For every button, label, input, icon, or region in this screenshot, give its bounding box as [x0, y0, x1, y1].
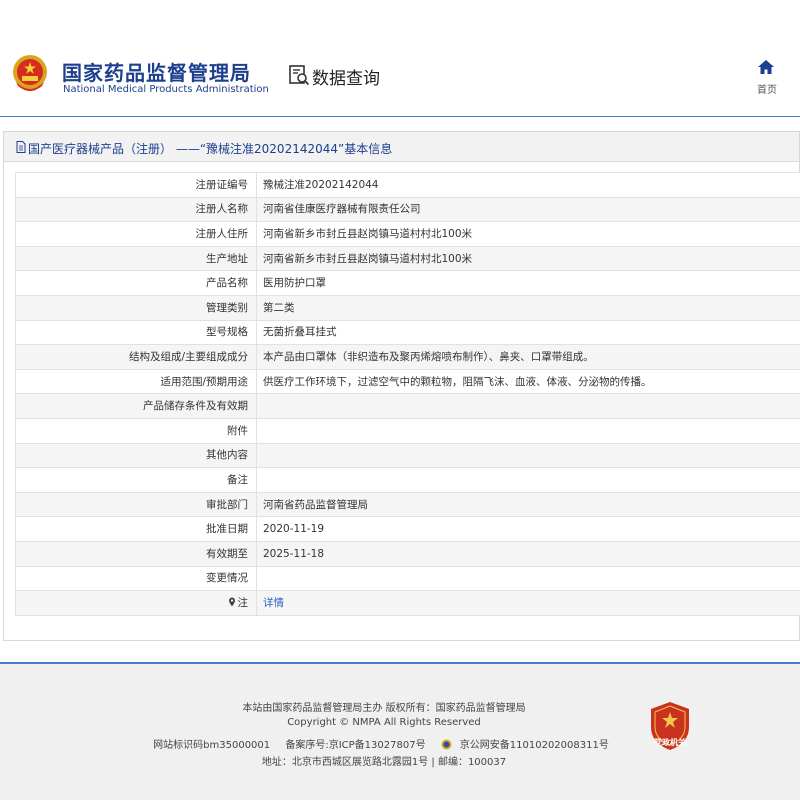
footer-police-record[interactable]: 京公网安备11010202008311号: [441, 739, 615, 751]
info-row-label: 附件: [15, 417, 257, 444]
info-row-value: [256, 442, 800, 469]
info-row-label: 批准日期: [15, 516, 257, 542]
location-pin-icon: [228, 597, 235, 607]
info-row-value: 河南省佳康医疗器械有限责任公司: [256, 196, 800, 223]
info-row-value: 第二类: [256, 294, 800, 321]
info-row-label: 产品名称: [15, 270, 257, 296]
info-row-value: [256, 467, 800, 493]
info-row: 有效期至 2025-11-18: [15, 540, 800, 567]
org-name-cn: 国家药品监督管理局: [62, 61, 251, 85]
info-row-label: 注: [15, 590, 257, 616]
header-divider: [0, 116, 800, 117]
product-info-panel: 国产医疗器械产品（注册） ——“豫械注准20202142044”基本信息 注册证…: [3, 131, 800, 641]
info-row: 型号规格 无菌折叠耳挂式: [15, 319, 800, 346]
info-row-value: 河南省新乡市封丘县赵岗镇马道村村北100米: [256, 221, 800, 247]
info-row-label: 结构及组成/主要组成成分: [15, 344, 257, 370]
data-query-icon: [289, 65, 310, 86]
national-emblem-icon: [13, 55, 47, 91]
panel-title-bar: 国产医疗器械产品（注册） ——“豫械注准20202142044”基本信息: [4, 132, 799, 162]
info-row-value: 2020-11-19: [256, 516, 800, 542]
info-row-label: 适用范围/预期用途: [15, 368, 257, 395]
info-row-value: 豫械注准20202142044: [256, 172, 800, 198]
gov-badge-label: 党政机关: [654, 738, 686, 747]
info-row-value: 河南省药品监督管理局: [256, 491, 800, 518]
police-badge-icon: [441, 739, 452, 750]
footer-site-id: 网站标识码bm35000001: [153, 740, 271, 751]
info-table: 注册证编号 豫械注准20202142044 注册人名称 河南省佳康医疗器械有限责任公司…: [15, 172, 800, 616]
site-footer: 本站由国家药品监督管理局主办 版权所有：国家药品监督管理局 Copyright …: [0, 664, 800, 800]
info-row: 其他内容: [15, 442, 800, 469]
info-row-label: 有效期至: [15, 540, 257, 567]
info-row: 备注: [15, 467, 800, 493]
info-row-label: 审批部门: [15, 491, 257, 518]
info-row-value: 无菌折叠耳挂式: [256, 319, 800, 346]
info-row-value: 供医疗工作环境下，过滤空气中的颗粒物，阻隔飞沫、血液、体液、分泌物的传播。: [256, 368, 800, 395]
info-row-label: 备注: [15, 467, 257, 493]
info-row-value: 本产品由口罩体（非织造布及聚丙烯熔喷布制作）、鼻夹、口罩带组成。: [256, 344, 800, 370]
info-row: 注 详情: [15, 590, 800, 616]
info-row: 产品储存条件及有效期: [15, 393, 800, 419]
info-row: 适用范围/预期用途 供医疗工作环境下，过滤空气中的颗粒物，阻隔飞沫、血液、体液、分…: [15, 368, 800, 395]
info-row: 注册人住所 河南省新乡市封丘县赵岗镇马道村村北100米: [15, 221, 800, 247]
info-row: 产品名称 医用防护口罩: [15, 270, 800, 296]
info-row-label: 产品储存条件及有效期: [15, 393, 257, 419]
footer-police-text: 京公网安备11010202008311号: [459, 740, 609, 751]
info-row-label: 生产地址: [15, 245, 257, 272]
panel-title: 国产医疗器械产品（注册） ——“豫械注准20202142044”基本信息: [28, 142, 393, 156]
home-icon[interactable]: [757, 58, 775, 76]
info-row-value: 河南省新乡市封丘县赵岗镇马道村村北100米: [256, 245, 800, 272]
info-row-value: 2025-11-18: [256, 540, 800, 567]
info-row-label: 型号规格: [15, 319, 257, 346]
org-name-en: National Medical Products Administration: [63, 84, 269, 95]
info-row-label: 其他内容: [15, 442, 257, 469]
info-row-label: 管理类别: [15, 294, 257, 321]
info-row: 审批部门 河南省药品监督管理局: [15, 491, 800, 518]
info-row: 管理类别 第二类: [15, 294, 800, 321]
document-icon: [16, 141, 26, 153]
info-row-label: 注册人住所: [15, 221, 257, 247]
info-row: 注册证编号 豫械注准20202142044: [15, 172, 800, 198]
data-query-label: 数据查询: [312, 69, 380, 89]
site-header: 国家药品监督管理局 National Medical Products Admi…: [0, 0, 800, 116]
info-row: 变更情况: [15, 565, 800, 592]
info-row: 注册人名称 河南省佳康医疗器械有限责任公司: [15, 196, 800, 223]
info-row: 结构及组成/主要组成成分 本产品由口罩体（非织造布及聚丙烯熔喷布制作）、鼻夹、口罩…: [15, 344, 800, 370]
info-row: 生产地址 河南省新乡市封丘县赵岗镇马道村村北100米: [15, 245, 800, 272]
info-row-value: [256, 417, 800, 444]
info-row-label: 注册证编号: [15, 172, 257, 198]
footer-address: 地址：北京市西城区展览路北露园1号 | 邮编：100037: [261, 757, 507, 768]
info-row-label: 注册人名称: [15, 196, 257, 223]
info-row: 附件: [15, 417, 800, 444]
info-row-value: 医用防护口罩: [256, 270, 800, 296]
footer-icp-link[interactable]: 备案序号:京ICP备13027807号: [285, 740, 425, 751]
info-row: 批准日期 2020-11-19: [15, 516, 800, 542]
note-label: 注: [237, 596, 249, 609]
info-row-value: [256, 565, 800, 592]
details-link[interactable]: 详情: [263, 597, 284, 609]
info-row-value: 详情: [256, 590, 800, 616]
home-link[interactable]: 首页: [752, 81, 782, 96]
info-row-label: 变更情况: [15, 565, 257, 592]
info-row-value: [256, 393, 800, 419]
